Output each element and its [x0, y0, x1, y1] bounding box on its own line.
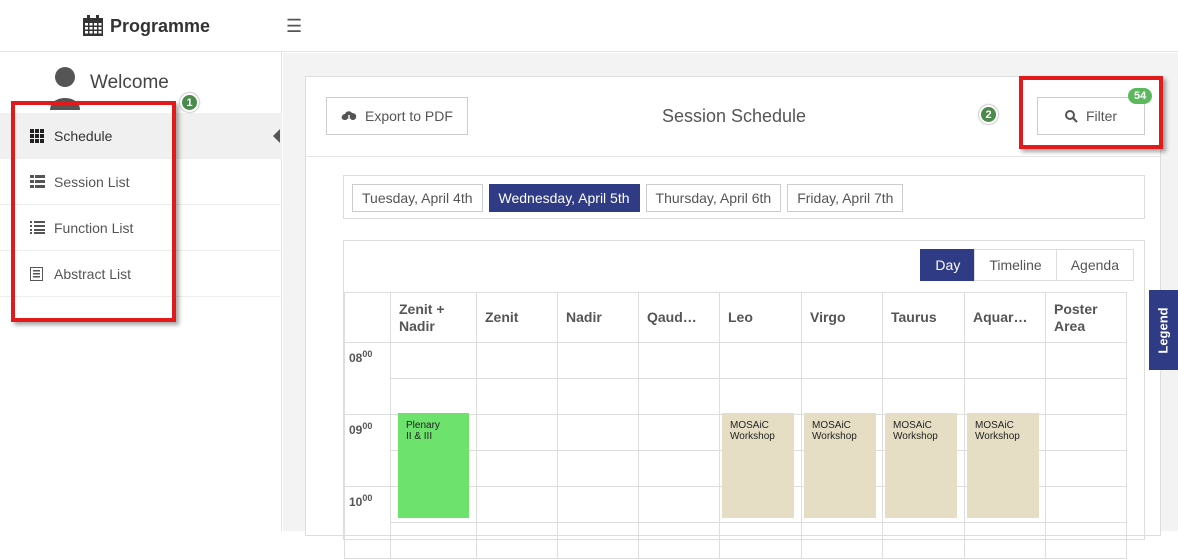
slot-cell[interactable]: [638, 486, 720, 523]
highlight-box-sidebar: [11, 101, 176, 322]
slot-cell[interactable]: [557, 486, 639, 523]
top-bar: Programme ☰: [0, 0, 1178, 52]
room-header: Zenit: [476, 292, 558, 343]
time-slot-row: [345, 522, 1127, 559]
time-column-header: [344, 292, 391, 343]
event-block[interactable]: MOSAiC Workshop: [885, 413, 957, 518]
slot-cell[interactable]: [557, 342, 639, 379]
slot-cell[interactable]: [1045, 450, 1127, 487]
time-slot-row: 0800: [344, 342, 1127, 415]
slot-cell[interactable]: [1045, 486, 1127, 523]
slot-cell[interactable]: [476, 450, 558, 487]
time-label: 0800: [344, 342, 391, 415]
slot-cell[interactable]: [638, 450, 720, 487]
calendar: Day Timeline Agenda Zenit + Nadir Zenit …: [343, 240, 1145, 559]
time-label: 0900: [344, 414, 391, 487]
slot-cell[interactable]: [1045, 378, 1127, 415]
slot-cell[interactable]: [476, 522, 558, 559]
welcome-text: Welcome: [90, 72, 169, 93]
slot-cell[interactable]: [1045, 522, 1127, 559]
slot-cell[interactable]: [557, 414, 639, 451]
slot-cell[interactable]: [638, 414, 720, 451]
slot-cell[interactable]: [390, 378, 477, 415]
slot-cell[interactable]: [801, 378, 883, 415]
active-caret-icon: [273, 129, 280, 143]
slot-cell[interactable]: [557, 522, 639, 559]
slot-cell[interactable]: [390, 522, 477, 559]
slot-cell[interactable]: [801, 342, 883, 379]
event-block[interactable]: Plenary II & III: [398, 413, 469, 518]
tab-wednesday[interactable]: Wednesday, April 5th: [488, 184, 640, 212]
slot-cell[interactable]: [719, 342, 802, 379]
day-tabs: Tuesday, April 4th Wednesday, April 5th …: [343, 175, 1145, 219]
slot-cell[interactable]: [557, 378, 639, 415]
view-day-button[interactable]: Day: [920, 249, 976, 281]
view-switcher: Day Timeline Agenda: [920, 249, 1134, 281]
tab-friday[interactable]: Friday, April 7th: [787, 184, 904, 212]
room-header: Leo: [719, 292, 802, 343]
highlight-box-filter: [1019, 76, 1163, 149]
slot-cell[interactable]: [719, 378, 802, 415]
slot-cell[interactable]: [1045, 414, 1127, 451]
slot-cell[interactable]: [476, 414, 558, 451]
slot-cell[interactable]: [882, 342, 965, 379]
slot-cell[interactable]: [964, 342, 1046, 379]
slot-cell[interactable]: [719, 522, 802, 559]
slot-cell[interactable]: [964, 522, 1046, 559]
slot-cell[interactable]: [390, 342, 477, 379]
slot-cell[interactable]: [557, 450, 639, 487]
annotation-badge-1: 1: [180, 93, 199, 112]
tab-thursday[interactable]: Thursday, April 6th: [645, 184, 782, 212]
room-header: Qaud…: [638, 292, 720, 343]
slot-cell[interactable]: [476, 342, 558, 379]
room-header: Zenit + Nadir: [390, 292, 477, 343]
slot-cell[interactable]: [964, 378, 1046, 415]
menu-toggle-icon[interactable]: ☰: [286, 16, 302, 37]
room-header: Virgo: [801, 292, 883, 343]
time-slot-row: [345, 378, 1127, 415]
annotation-badge-2: 2: [979, 105, 998, 124]
legend-tab[interactable]: Legend: [1149, 290, 1178, 370]
tab-tuesday[interactable]: Tuesday, April 4th: [352, 184, 483, 212]
slot-cell[interactable]: [638, 378, 720, 415]
room-header: Taurus: [882, 292, 965, 343]
slot-cell[interactable]: [801, 522, 883, 559]
brand[interactable]: Programme: [82, 10, 210, 42]
room-header: Poster Area: [1045, 292, 1127, 343]
event-block[interactable]: MOSAiC Workshop: [804, 413, 876, 518]
slot-cell[interactable]: [638, 342, 720, 379]
slot-cell[interactable]: [1045, 342, 1127, 379]
slot-cell[interactable]: [882, 378, 965, 415]
app-title: Programme: [110, 15, 211, 36]
legend-label: Legend: [1156, 306, 1172, 354]
time-label: 1000: [344, 486, 391, 559]
calendar-icon: [83, 15, 103, 36]
slot-cell[interactable]: [476, 378, 558, 415]
slot-cell[interactable]: [476, 486, 558, 523]
room-header: Aquar…: [964, 292, 1046, 343]
room-header: Nadir: [557, 292, 639, 343]
room-header-row: Zenit + Nadir Zenit Nadir Qaud… Leo Virg…: [344, 292, 1127, 343]
view-agenda-button[interactable]: Agenda: [1055, 249, 1134, 281]
view-timeline-button[interactable]: Timeline: [974, 249, 1057, 281]
slot-cell[interactable]: [882, 522, 965, 559]
event-block[interactable]: MOSAiC Workshop: [967, 413, 1039, 518]
slot-cell[interactable]: [638, 522, 720, 559]
event-block[interactable]: MOSAiC Workshop: [722, 413, 794, 518]
